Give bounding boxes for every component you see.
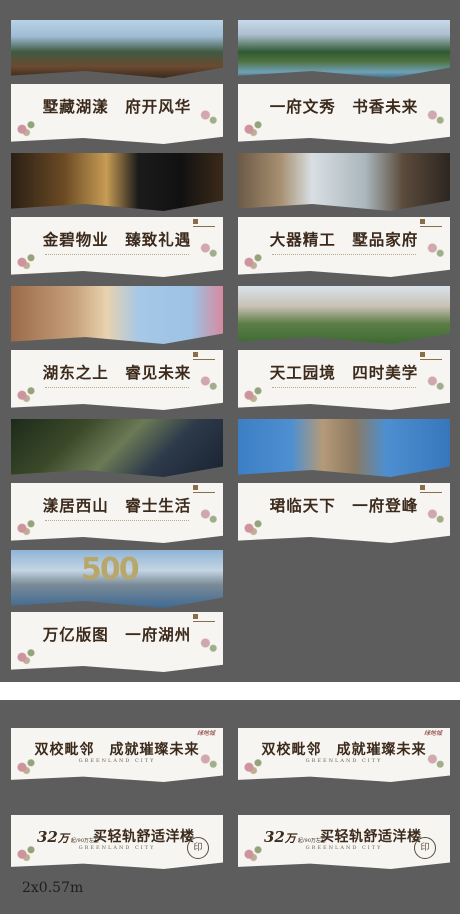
floral-decoration [240,116,270,138]
brand-logo [193,614,215,622]
card-3: 金碧物业 臻致礼遇 [11,153,223,277]
floral-decoration [240,515,270,537]
slogan-panel: 32万 起/90万左右 买轻轨舒适洋楼 GREENLAND CITY 印 [238,815,450,869]
number-500-graphic: 500 [81,552,140,587]
floral-decoration [13,515,43,537]
price-unit: 万 [57,832,69,845]
subtitle-line [272,387,416,390]
photo-garden-towers [238,286,450,344]
card-4: 大器精工 墅品家府 [238,153,450,277]
slogan-text: 双校毗邻 成就璀璨未来 [34,742,200,758]
subtitle-line [45,254,189,257]
seal-stamp: 印 [187,837,209,859]
photo-highrise-sky [238,419,450,477]
photo-terrace-lake [11,20,223,78]
floral-decoration [13,116,43,138]
slogan-text: 墅藏湖漾 府开风华 [42,97,192,116]
card-1: 墅藏湖漾 府开风华 [11,20,223,144]
slogan-text: 漾居西山 睿士生活 [42,496,192,515]
slogan-panel: 一府文秀 书香未来 [238,84,450,144]
card-6: 天工园境 四时美学 [238,286,450,410]
slogan-panel: 绿地城 双校毗邻 成就璀璨未来 GREENLAND CITY [11,728,223,782]
slogan-text: 一府文秀 书香未来 [269,97,419,116]
slogan-panel: 万亿版图 一府湖州 [11,612,223,672]
slogan-panel: 湖东之上 睿见未来 [11,350,223,410]
corner-logo: 绿地城 [196,730,215,737]
floral-decoration [13,644,43,666]
seal-stamp: 印 [414,837,436,859]
subtitle-line [45,520,189,523]
subtitle-line [45,387,189,390]
slogan-text: 湖东之上 睿见未来 [42,363,192,382]
slogan-panel: 珺临天下 一府登峰 [238,483,450,543]
card-9: 500 万亿版图 一府湖州 [11,550,223,672]
price-block: 32万 起/90万左右 [37,827,99,846]
slogan-text: 金碧物业 臻致礼遇 [42,230,192,249]
photo-aerial-night [11,419,223,477]
separator-band [0,682,460,700]
slogan-text: 买轻轨舒适洋楼 [320,829,422,845]
photo-villa-facade [11,286,223,344]
slogan-text: 珺临天下 一府登峰 [269,496,419,515]
photo-city-500: 500 [11,550,223,608]
price-number: 32 [264,828,285,846]
english-subtitle: GREENLAND CITY [78,758,156,764]
card-7: 漾居西山 睿士生活 [11,419,223,543]
english-subtitle: GREENLAND CITY [305,758,383,764]
brand-logo [193,219,215,227]
photo-villa-pool [238,20,450,78]
dimension-label: 2x0.57m [22,880,84,896]
brand-logo [420,352,442,360]
slogan-panel: 漾居西山 睿士生活 [11,483,223,543]
floral-decoration [240,249,270,271]
slogan-panel: 天工园境 四时美学 [238,350,450,410]
brand-logo [420,219,442,227]
slogan-text: 万亿版图 一府湖州 [42,625,192,644]
slogan-text: 双校毗邻 成就璀璨未来 [261,742,427,758]
card-2: 一府文秀 书香未来 [238,20,450,144]
slogan-panel: 绿地城 双校毗邻 成就璀璨未来 GREENLAND CITY [238,728,450,782]
corner-logo: 绿地城 [423,730,442,737]
card-8: 珺临天下 一府登峰 [238,419,450,543]
price-unit: 万 [284,832,296,845]
floral-decoration [13,382,43,404]
brand-logo [193,352,215,360]
slogan-panel: 墅藏湖漾 府开风华 [11,84,223,144]
floral-decoration [13,249,43,271]
brand-logo [193,485,215,493]
slogan-panel: 大器精工 墅品家府 [238,217,450,277]
floral-decoration [240,382,270,404]
photo-butler-service [11,153,223,211]
subtitle-line [272,254,416,257]
slogan-text: 大器精工 墅品家府 [269,230,419,249]
slogan-panel: 金碧物业 臻致礼遇 [11,217,223,277]
slogan-text: 买轻轨舒适洋楼 [93,829,195,845]
price-number: 32 [37,828,58,846]
slogan-panel: 32万 起/90万左右 买轻轨舒适洋楼 GREENLAND CITY 印 [11,815,223,869]
photo-living-room [238,153,450,211]
brand-logo [420,485,442,493]
card-5: 湖东之上 睿见未来 [11,286,223,410]
slogan-text: 天工园境 四时美学 [269,363,419,382]
price-block: 32万 起/90万左右 [264,827,326,846]
